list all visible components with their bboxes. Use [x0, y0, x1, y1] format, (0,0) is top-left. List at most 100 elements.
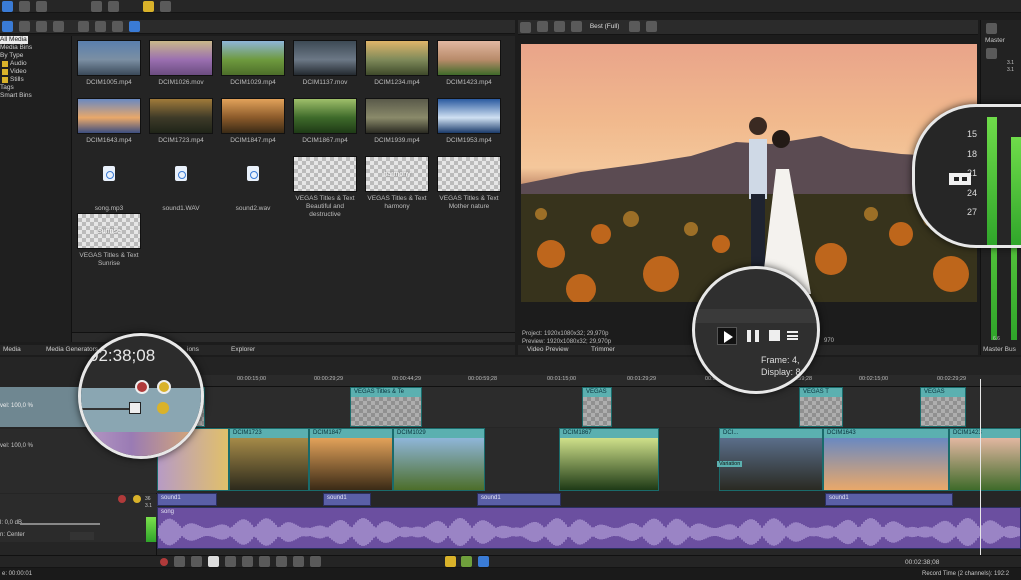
- folder-icon[interactable]: [2, 1, 13, 12]
- media-item[interactable]: VEGAS Titles & Text Mother nature: [437, 156, 501, 211]
- tree-item[interactable]: Video: [0, 68, 71, 76]
- lens-mute-icon[interactable]: [135, 380, 149, 394]
- media-item[interactable]: DCIM1137.mov: [293, 40, 357, 87]
- song-event[interactable]: song: [157, 507, 1021, 549]
- media-item[interactable]: DCIM1005.mp4: [77, 40, 141, 87]
- solo-icon[interactable]: [133, 495, 141, 503]
- search-icon[interactable]: [128, 20, 140, 32]
- title-event[interactable]: VEGAS T: [799, 387, 843, 427]
- next-frame-icon[interactable]: [309, 556, 321, 567]
- snapshot-icon[interactable]: [646, 21, 658, 32]
- tree-item[interactable]: Stills: [0, 76, 71, 84]
- master-gear-icon[interactable]: [986, 23, 997, 34]
- video-preview[interactable]: [521, 44, 977, 302]
- title-event[interactable]: VEGAS: [920, 387, 966, 427]
- tree-item[interactable]: All Media: [0, 36, 28, 44]
- play-icon[interactable]: [207, 556, 219, 567]
- video-event[interactable]: DCI...: [719, 428, 823, 491]
- stop-icon[interactable]: [241, 556, 253, 567]
- overlay-icon[interactable]: [570, 21, 582, 32]
- video-event[interactable]: DCIM1723: [229, 428, 309, 491]
- lens-play-button[interactable]: [717, 327, 737, 345]
- pan-dropdown[interactable]: [70, 532, 94, 540]
- split-icon[interactable]: [52, 20, 64, 32]
- gear-icon[interactable]: [35, 0, 47, 12]
- media-item[interactable]: song.mp3: [77, 156, 141, 213]
- views-icon[interactable]: [111, 20, 123, 32]
- explorer-folder-icon[interactable]: [2, 21, 13, 32]
- sound-event[interactable]: sound1: [323, 493, 371, 506]
- play-from-start-icon[interactable]: [190, 556, 202, 567]
- save-icon[interactable]: [18, 0, 30, 12]
- volume-slider[interactable]: [20, 523, 100, 525]
- lens-lock-icon[interactable]: [949, 173, 971, 185]
- video-event[interactable]: DCIM1029: [393, 428, 485, 491]
- tree-item[interactable]: Smart Bins: [0, 92, 71, 100]
- tab-trimmer[interactable]: Trimmer: [588, 345, 618, 354]
- tree-item[interactable]: Audio: [0, 60, 71, 68]
- lens-stop-button[interactable]: [769, 330, 780, 341]
- sound-event[interactable]: sound1: [477, 493, 561, 506]
- stop-preview-icon[interactable]: [94, 20, 106, 32]
- media-item[interactable]: sound1.WAV: [149, 156, 213, 213]
- sound-event[interactable]: sound1: [157, 493, 217, 506]
- media-item[interactable]: DCIM1643.mp4: [77, 98, 141, 145]
- lens-level-thumb[interactable]: [129, 402, 141, 414]
- video-event[interactable]: DCIM1847: [309, 428, 393, 491]
- timeline-ruler[interactable]: 00:00:15;00 00:00:29;29 00:00:44;29 00:00:5…: [157, 375, 1021, 387]
- playhead[interactable]: [980, 379, 981, 555]
- tab-media[interactable]: Media: [0, 345, 24, 354]
- pause-icon[interactable]: [224, 556, 236, 567]
- mute-icon[interactable]: [118, 495, 126, 503]
- snap-icon[interactable]: [478, 556, 490, 567]
- tree-item[interactable]: Media Bins: [0, 44, 71, 52]
- tree-item[interactable]: By Type: [0, 52, 71, 60]
- media-item[interactable]: Sunrise VEGAS Titles & Text Sunrise: [77, 213, 141, 268]
- go-start-icon[interactable]: [258, 556, 270, 567]
- refresh-icon[interactable]: [18, 20, 30, 32]
- lens-menu-icon[interactable]: [787, 331, 798, 340]
- undo-icon[interactable]: [90, 0, 102, 12]
- grid-icon[interactable]: [629, 21, 641, 32]
- tab-explorer[interactable]: Explorer: [228, 345, 258, 354]
- sound-event[interactable]: sound1: [825, 493, 953, 506]
- redo-icon[interactable]: [107, 0, 119, 12]
- media-item[interactable]: DCIM1234.mp4: [365, 40, 429, 87]
- marker-icon[interactable]: [444, 556, 456, 567]
- normal-edit-icon[interactable]: [142, 0, 154, 12]
- split-screen-icon[interactable]: [536, 21, 548, 32]
- media-item[interactable]: DCIM1939.mp4: [365, 98, 429, 145]
- lens-composite-icon[interactable]: [157, 402, 169, 414]
- go-end-icon[interactable]: [275, 556, 287, 567]
- master-bus-tab[interactable]: Master Bus: [983, 346, 1016, 353]
- lens-pause-button[interactable]: [747, 330, 759, 342]
- video-event[interactable]: DCIM1867: [559, 428, 659, 491]
- fx-icon[interactable]: [553, 21, 565, 32]
- video-event[interactable]: DCIM1423: [949, 428, 1021, 491]
- quality-select[interactable]: Best (Full): [590, 23, 620, 30]
- lens-solo-icon[interactable]: [157, 380, 171, 394]
- master-fx-icon[interactable]: [986, 48, 997, 59]
- video-event[interactable]: DCIM1643: [823, 428, 949, 491]
- media-item[interactable]: harmony VEGAS Titles & Text harmony: [365, 156, 429, 211]
- record-icon[interactable]: [160, 558, 168, 566]
- envelope-tool-icon[interactable]: [159, 0, 171, 12]
- loop-icon[interactable]: [173, 556, 185, 567]
- preview-settings-icon[interactable]: [520, 22, 531, 33]
- media-item[interactable]: DCIM1026.mov: [149, 40, 213, 87]
- tab-video-preview[interactable]: Video Preview: [524, 345, 571, 354]
- media-item[interactable]: DCIM1867.mp4: [293, 98, 357, 145]
- media-item[interactable]: DCIM1953.mp4: [437, 98, 501, 145]
- play-preview-icon[interactable]: [77, 20, 89, 32]
- media-item[interactable]: VEGAS Titles & Text Beautiful and destru…: [293, 156, 357, 219]
- media-item[interactable]: DCIM1423.mp4: [437, 40, 501, 87]
- title-event[interactable]: VEGAS: [582, 387, 612, 427]
- media-item[interactable]: DCIM1029.mp4: [221, 40, 285, 87]
- tree-item[interactable]: Tags: [0, 84, 71, 92]
- media-item[interactable]: DCIM1847.mp4: [221, 98, 285, 145]
- prev-frame-icon[interactable]: [292, 556, 304, 567]
- media-item[interactable]: DCIM1723.mp4: [149, 98, 213, 145]
- media-item[interactable]: sound2.wav: [221, 156, 285, 213]
- title-event[interactable]: VEGAS Titles & Te: [350, 387, 422, 427]
- region-icon[interactable]: [461, 556, 473, 567]
